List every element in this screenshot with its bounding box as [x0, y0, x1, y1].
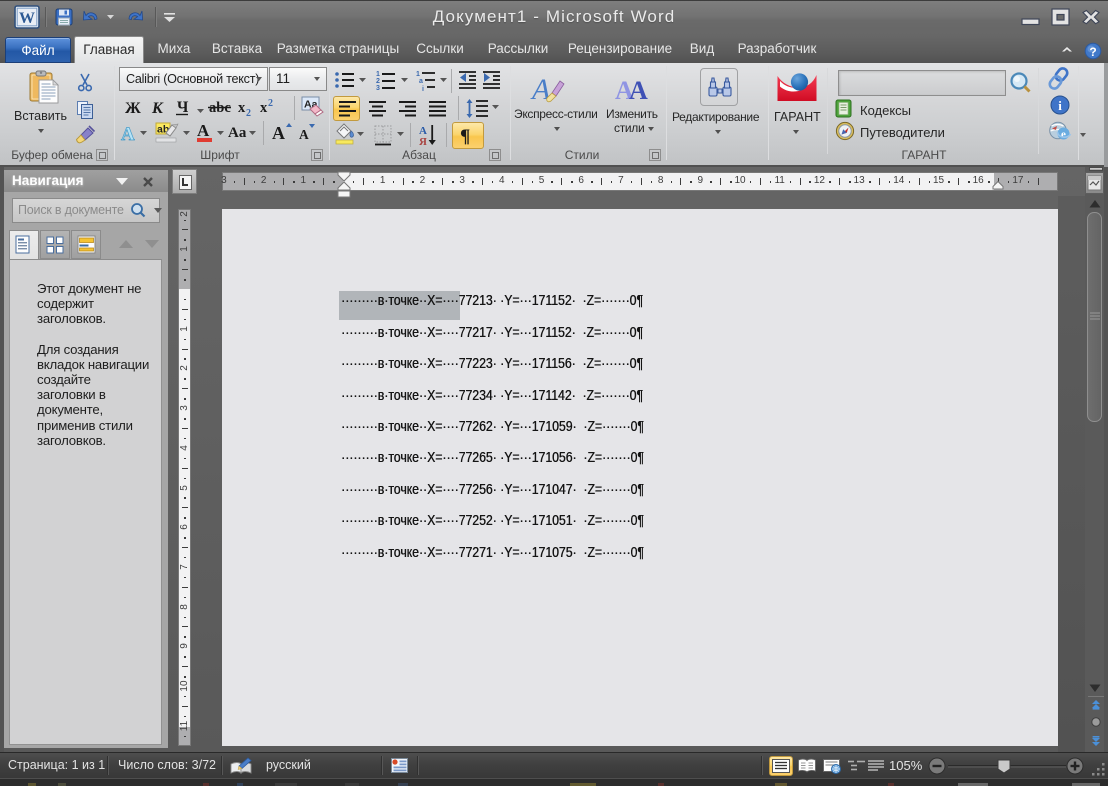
svg-text:2: 2 — [376, 78, 380, 85]
svg-text:2: 2 — [268, 98, 273, 109]
svg-text:¶: ¶ — [460, 126, 470, 147]
svg-text:?: ? — [1089, 45, 1096, 59]
svg-text:А: А — [272, 123, 285, 143]
svg-text:1: 1 — [416, 71, 420, 78]
svg-text:Я: Я — [419, 136, 427, 148]
svg-text:x: x — [238, 100, 246, 116]
svg-text:2: 2 — [246, 108, 251, 119]
svg-text:W: W — [19, 10, 35, 27]
svg-text:e: e — [1061, 129, 1066, 141]
svg-text:1: 1 — [376, 71, 380, 78]
svg-text:a: a — [419, 78, 423, 85]
svg-text:Ж: Ж — [125, 100, 141, 117]
svg-text:A: A — [629, 76, 648, 105]
svg-text:К: К — [151, 100, 164, 117]
svg-text:А: А — [197, 121, 210, 140]
svg-text:i: i — [422, 86, 424, 93]
svg-text:Ч: Ч — [177, 99, 189, 116]
svg-text:Aa: Aa — [228, 125, 247, 141]
svg-text:А: А — [299, 127, 309, 142]
svg-text:x: x — [260, 100, 268, 116]
svg-text:i: i — [1058, 98, 1062, 113]
svg-text:А: А — [121, 124, 135, 145]
svg-text:3: 3 — [376, 85, 380, 92]
